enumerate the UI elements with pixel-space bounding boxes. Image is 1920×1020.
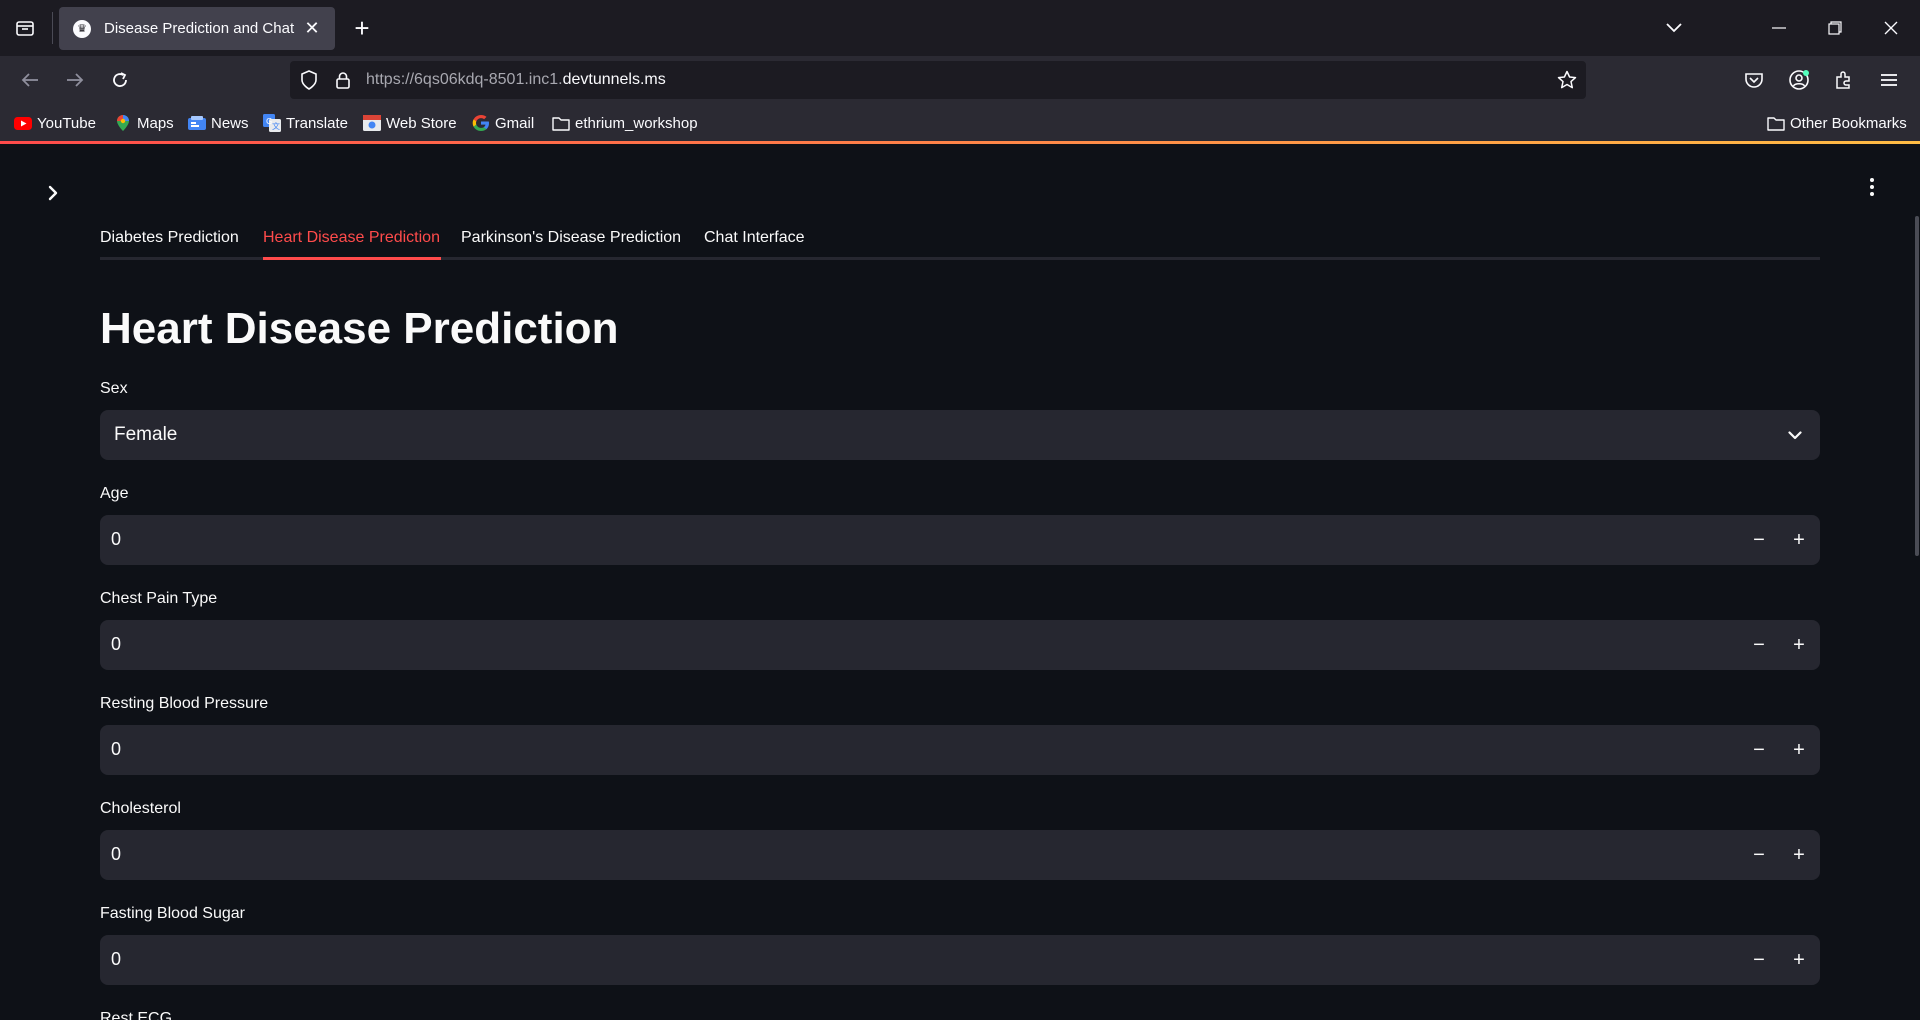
decrement-icon[interactable]: − [1744, 945, 1774, 975]
kebab-menu-icon[interactable] [1862, 174, 1882, 200]
sex-select[interactable]: Female [100, 410, 1820, 460]
restore-icon[interactable] [1821, 14, 1849, 42]
age-label: Age [100, 485, 129, 502]
decrement-icon[interactable]: − [1744, 840, 1774, 870]
resting-blood-pressure-value[interactable]: 0 [111, 739, 121, 760]
sex-label: Sex [100, 380, 128, 397]
decrement-icon[interactable]: − [1744, 735, 1774, 765]
maps-icon [114, 114, 132, 132]
tab-overview-icon[interactable] [12, 16, 38, 40]
bookmark-gmail[interactable]: Gmail [472, 113, 534, 133]
bookmark-maps[interactable]: Maps [114, 113, 174, 133]
browser-nav-bar: https://6qs06kdq-8501.inc1.devtunnels.ms [0, 56, 1920, 104]
app-main: Diabetes Prediction Heart Disease Predic… [0, 144, 1920, 1020]
tab-parkinsons[interactable]: Parkinson's Disease Prediction [461, 216, 681, 260]
new-tab-icon[interactable]: + [348, 13, 376, 43]
other-bookmarks-label: Other Bookmarks [1790, 114, 1907, 132]
bookmark-label: Gmail [495, 114, 535, 132]
increment-icon[interactable]: + [1784, 630, 1814, 660]
bookmark-label: News [211, 114, 249, 132]
cholesterol-label: Cholesterol [100, 800, 181, 817]
tab-heart-disease[interactable]: Heart Disease Prediction [263, 216, 440, 260]
reload-icon[interactable] [106, 66, 134, 94]
bookmark-webstore[interactable]: Web Store [363, 113, 457, 133]
page-title: Heart Disease Prediction [100, 304, 619, 353]
webstore-icon [363, 114, 381, 132]
bookmark-youtube[interactable]: YouTube [14, 113, 96, 133]
chest-pain-type-label: Chest Pain Type [100, 590, 218, 607]
pocket-icon[interactable] [1740, 66, 1768, 94]
url-text[interactable]: https://6qs06kdq-8501.inc1.devtunnels.ms [366, 71, 666, 89]
app-menu-icon[interactable] [1875, 66, 1903, 94]
resting-blood-pressure-input[interactable]: 0 − + [100, 725, 1820, 775]
folder-icon [552, 114, 570, 132]
url-domain: devtunnels.ms [562, 71, 666, 88]
folder-icon [1767, 114, 1785, 132]
account-icon[interactable] [1785, 66, 1813, 94]
youtube-icon [14, 114, 32, 132]
tab-diabetes[interactable]: Diabetes Prediction [100, 216, 239, 260]
increment-icon[interactable]: + [1784, 945, 1814, 975]
sidebar-expand-icon[interactable] [40, 180, 66, 206]
fasting-blood-sugar-value[interactable]: 0 [111, 949, 121, 970]
increment-icon[interactable]: + [1784, 735, 1814, 765]
decrement-icon[interactable]: − [1744, 525, 1774, 555]
age-input[interactable]: 0 − + [100, 515, 1820, 565]
url-bar[interactable]: https://6qs06kdq-8501.inc1.devtunnels.ms [290, 61, 1586, 99]
news-icon [188, 114, 206, 132]
google-icon [472, 114, 490, 132]
translate-icon: G文 [263, 114, 281, 132]
other-bookmarks[interactable]: Other Bookmarks [1767, 113, 1907, 133]
browser-tab-bar: ♛ Disease Prediction and Chat ✕ + [0, 0, 1920, 56]
forward-icon[interactable] [61, 66, 89, 94]
tabbar-divider [52, 12, 53, 44]
cholesterol-value[interactable]: 0 [111, 844, 121, 865]
chest-pain-type-input[interactable]: 0 − + [100, 620, 1820, 670]
bookmark-news[interactable]: News [188, 113, 249, 133]
increment-icon[interactable]: + [1784, 525, 1814, 555]
bookmarks-toolbar: YouTube Maps News G文 Translate Web Store… [0, 104, 1920, 142]
close-tab-icon[interactable]: ✕ [301, 17, 323, 39]
increment-icon[interactable]: + [1784, 840, 1814, 870]
bookmark-translate[interactable]: G文 Translate [263, 113, 348, 133]
bookmark-label: ethrium_workshop [575, 114, 698, 132]
fasting-blood-sugar-label: Fasting Blood Sugar [100, 905, 245, 922]
bookmark-label: Web Store [386, 114, 457, 132]
active-tab-indicator [263, 257, 441, 260]
bookmark-label: Maps [137, 114, 174, 132]
back-icon[interactable] [16, 66, 44, 94]
bookmark-folder-ethrium[interactable]: ethrium_workshop [552, 113, 698, 133]
rest-ecg-label: Rest ECG [100, 1010, 173, 1020]
browser-tab-active[interactable]: ♛ Disease Prediction and Chat ✕ [59, 7, 335, 50]
tab-chat-interface[interactable]: Chat Interface [704, 216, 805, 260]
extensions-icon[interactable] [1830, 66, 1858, 94]
url-prefix: https://6qs06kdq-8501.inc1. [366, 71, 563, 88]
bookmark-label: YouTube [37, 114, 96, 132]
age-value[interactable]: 0 [111, 529, 121, 550]
list-all-tabs-icon[interactable] [1660, 14, 1688, 42]
svg-text:文: 文 [272, 121, 280, 131]
disease-tabs: Diabetes Prediction Heart Disease Predic… [100, 216, 1820, 260]
decrement-icon[interactable]: − [1744, 630, 1774, 660]
lock-icon[interactable] [332, 69, 354, 91]
tab-title: Disease Prediction and Chat [104, 20, 295, 37]
bookmark-star-icon[interactable] [1556, 69, 1578, 91]
resting-blood-pressure-label: Resting Blood Pressure [100, 695, 269, 712]
cholesterol-input[interactable]: 0 − + [100, 830, 1820, 880]
fasting-blood-sugar-input[interactable]: 0 − + [100, 935, 1820, 985]
close-window-icon[interactable] [1877, 14, 1905, 42]
streamlit-crown-icon: ♛ [73, 19, 91, 38]
page-scrollbar[interactable] [1915, 216, 1919, 556]
chevron-down-icon[interactable] [1784, 424, 1806, 446]
sex-selected-value: Female [114, 424, 178, 445]
bookmark-label: Translate [286, 114, 348, 132]
chest-pain-type-value[interactable]: 0 [111, 634, 121, 655]
shield-icon[interactable] [298, 69, 320, 91]
minimize-icon[interactable] [1765, 14, 1793, 42]
